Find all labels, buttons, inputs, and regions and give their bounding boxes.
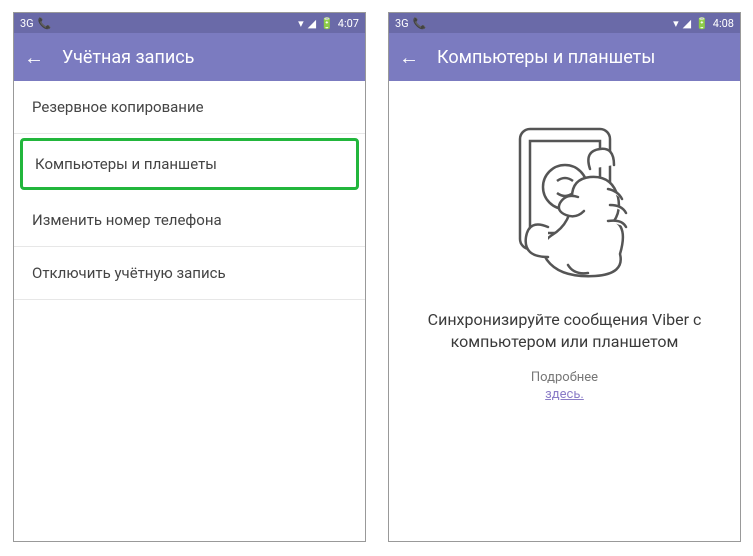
menu-item-computers-tablets[interactable]: Компьютеры и планшеты xyxy=(20,138,359,190)
signal-icon: ◢ xyxy=(308,18,316,29)
clock-text: 4:08 xyxy=(713,18,734,29)
page-title: Компьютеры и планшеты xyxy=(437,47,655,68)
back-arrow-icon[interactable]: ← xyxy=(24,45,44,70)
page-title: Учётная запись xyxy=(62,47,194,68)
phone-screen-account: 3G 📞 ▾ ◢ 🔋 4:07 ← Учётная запись Резервн… xyxy=(13,12,366,542)
sync-message: Синхронизируйте сообщения Viber с компью… xyxy=(413,309,716,352)
call-icon: 📞 xyxy=(38,18,52,29)
menu-item-change-number[interactable]: Изменить номер телефона xyxy=(14,194,365,247)
back-arrow-icon[interactable]: ← xyxy=(399,45,419,70)
sync-illustration-icon xyxy=(413,109,716,289)
battery-icon: 🔋 xyxy=(320,18,334,29)
signal-icon: ◢ xyxy=(683,18,691,29)
more-link[interactable]: здесь. xyxy=(413,387,716,402)
appbar: ← Учётная запись xyxy=(14,33,365,81)
statusbar: 3G 📞 ▾ ◢ 🔋 4:07 xyxy=(14,13,365,33)
settings-list: Резервное копирование Компьютеры и планш… xyxy=(14,81,365,300)
menu-item-backup[interactable]: Резервное копирование xyxy=(14,81,365,134)
menu-item-deactivate[interactable]: Отключить учётную запись xyxy=(14,247,365,300)
empty-state: Синхронизируйте сообщения Viber с компью… xyxy=(389,81,740,402)
wifi-icon: ▾ xyxy=(673,18,679,29)
wifi-icon: ▾ xyxy=(298,18,304,29)
battery-icon: 🔋 xyxy=(695,18,709,29)
network-icon: 3G xyxy=(20,18,34,29)
phone-screen-devices: 3G 📞 ▾ ◢ 🔋 4:08 ← Компьютеры и планшеты xyxy=(388,12,741,542)
call-icon: 📞 xyxy=(413,18,427,29)
more-label: Подробнее xyxy=(413,370,716,385)
clock-text: 4:07 xyxy=(338,18,359,29)
statusbar: 3G 📞 ▾ ◢ 🔋 4:08 xyxy=(389,13,740,33)
network-icon: 3G xyxy=(395,18,409,29)
appbar: ← Компьютеры и планшеты xyxy=(389,33,740,81)
